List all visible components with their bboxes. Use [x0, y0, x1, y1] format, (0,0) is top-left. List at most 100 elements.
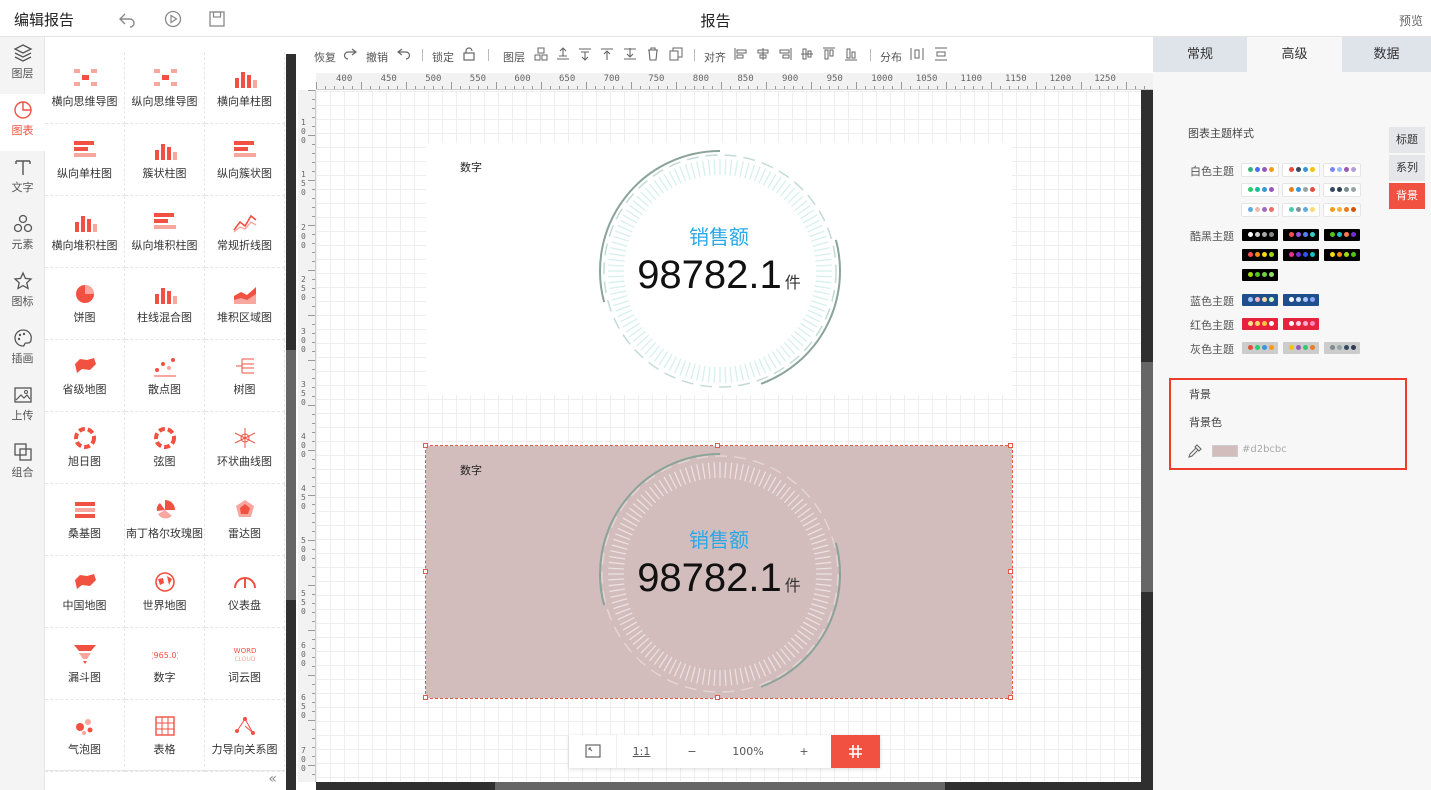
- send-down-icon[interactable]: [578, 47, 592, 61]
- palette-item-mindmap-vertical[interactable]: 纵向思维导图: [125, 52, 205, 124]
- palette-item-pie[interactable]: 饼图: [45, 268, 125, 340]
- palette-item-sunburst[interactable]: 旭日图: [45, 412, 125, 484]
- lock-icon[interactable]: [462, 47, 476, 61]
- palette-item-radar[interactable]: 雷达图: [205, 484, 285, 556]
- send-bottom-icon[interactable]: [623, 47, 637, 61]
- theme-swatch[interactable]: [1324, 342, 1360, 354]
- fit-screen-button[interactable]: [569, 735, 617, 768]
- eyedropper-icon[interactable]: [1188, 444, 1202, 458]
- palette-item-funnel[interactable]: 漏斗图: [45, 628, 125, 700]
- theme-swatch[interactable]: [1324, 184, 1360, 196]
- theme-swatch[interactable]: [1242, 249, 1278, 261]
- layer-group-icon[interactable]: [534, 47, 548, 61]
- canvas-scroll-thumb-v[interactable]: [1141, 362, 1153, 592]
- bring-top-icon[interactable]: [600, 47, 614, 61]
- background-color-value[interactable]: #d2bcbc: [1242, 444, 1287, 455]
- palette-item-stacked-bar-horizontal[interactable]: 横向堆积柱图: [45, 196, 125, 268]
- collapse-icon[interactable]: «: [268, 771, 277, 787]
- resize-handle[interactable]: [423, 443, 428, 448]
- palette-item-sankey[interactable]: 桑基图: [45, 484, 125, 556]
- palette-item-clustered-vertical[interactable]: 纵向簇状图: [205, 124, 285, 196]
- preview-button[interactable]: 预览: [1399, 12, 1423, 29]
- actual-size-button[interactable]: 1:1: [617, 735, 667, 768]
- palette-item-bubble[interactable]: 气泡图: [45, 700, 125, 772]
- rail-group[interactable]: 组合: [0, 436, 45, 493]
- tab-general[interactable]: 常规: [1153, 37, 1247, 72]
- distribute-h-icon[interactable]: [910, 47, 924, 61]
- palette-item-table[interactable]: 表格: [125, 700, 205, 772]
- rail-charts[interactable]: 图表: [0, 94, 45, 151]
- rail-elements[interactable]: 元素: [0, 208, 45, 265]
- align-center-h-icon[interactable]: [756, 47, 770, 61]
- rail-icons[interactable]: 图标: [0, 265, 45, 322]
- palette-item-chord[interactable]: 弦图: [125, 412, 205, 484]
- palette-item-bar-line-combo[interactable]: 柱线混合图: [125, 268, 205, 340]
- theme-swatch[interactable]: [1283, 164, 1319, 176]
- back-icon[interactable]: [118, 10, 136, 28]
- theme-swatch[interactable]: [1324, 249, 1360, 261]
- theme-swatch[interactable]: [1242, 318, 1278, 330]
- palette-item-world-map[interactable]: 世界地图: [125, 556, 205, 628]
- rail-illustration[interactable]: 插画: [0, 322, 45, 379]
- play-icon[interactable]: [164, 10, 182, 28]
- grid-toggle-button[interactable]: [831, 735, 880, 768]
- palette-item-stacked-area[interactable]: 堆积区域图: [205, 268, 285, 340]
- theme-swatch[interactable]: [1283, 318, 1319, 330]
- theme-swatch[interactable]: [1242, 184, 1278, 196]
- side-tab-title[interactable]: 标题: [1389, 127, 1425, 153]
- align-middle-v-icon[interactable]: [800, 47, 814, 61]
- theme-swatch[interactable]: [1283, 342, 1319, 354]
- palette-item-mindmap-horizontal[interactable]: 横向思维导图: [45, 52, 125, 124]
- theme-swatch[interactable]: [1283, 294, 1319, 306]
- tab-advanced[interactable]: 高级: [1247, 37, 1342, 72]
- copy-icon[interactable]: [669, 47, 683, 61]
- resize-handle[interactable]: [423, 695, 428, 700]
- palette-item-stacked-bar-vertical[interactable]: 纵向堆积柱图: [125, 196, 205, 268]
- zoom-in-button[interactable]: +: [779, 735, 829, 768]
- align-top-icon[interactable]: [822, 47, 836, 61]
- resize-handle[interactable]: [715, 443, 720, 448]
- theme-swatch[interactable]: [1283, 249, 1319, 261]
- align-left-icon[interactable]: [734, 47, 748, 61]
- number-chart-card[interactable]: 数字 销售额 98782.1 件: [426, 143, 1012, 395]
- theme-swatch[interactable]: [1242, 294, 1278, 306]
- theme-swatch[interactable]: [1283, 204, 1319, 216]
- canvas-scroll-thumb-h[interactable]: [495, 782, 945, 790]
- theme-swatch[interactable]: [1324, 229, 1360, 241]
- theme-swatch[interactable]: [1324, 164, 1360, 176]
- rail-text[interactable]: 文字: [0, 151, 45, 208]
- palette-item-china-map[interactable]: 中国地图: [45, 556, 125, 628]
- palette-item-force-graph[interactable]: 力导向关系图: [205, 700, 285, 772]
- rail-layers[interactable]: 图层: [0, 37, 45, 94]
- palette-scroll-thumb[interactable]: [286, 350, 296, 600]
- palette-item-line[interactable]: 常规折线图: [205, 196, 285, 268]
- palette-item-gauge[interactable]: 仪表盘: [205, 556, 285, 628]
- align-right-icon[interactable]: [778, 47, 792, 61]
- rail-upload[interactable]: 上传: [0, 379, 45, 436]
- background-color-swatch[interactable]: [1212, 445, 1238, 457]
- tab-data[interactable]: 数据: [1342, 37, 1431, 72]
- palette-item-bar-horizontal[interactable]: 横向单柱图: [205, 52, 285, 124]
- align-bottom-icon[interactable]: [844, 47, 858, 61]
- resize-handle[interactable]: [1008, 443, 1013, 448]
- number-chart-card-selected[interactable]: 数字 销售额 98782.1 件: [425, 445, 1013, 699]
- theme-swatch[interactable]: [1242, 342, 1278, 354]
- theme-swatch[interactable]: [1242, 269, 1278, 281]
- bring-up-icon[interactable]: [556, 47, 570, 61]
- theme-swatch[interactable]: [1283, 184, 1319, 196]
- resize-handle[interactable]: [423, 569, 428, 574]
- palette-item-scatter[interactable]: 散点图: [125, 340, 205, 412]
- side-tab-background[interactable]: 背景: [1389, 183, 1425, 209]
- lock-button[interactable]: 锁定: [432, 49, 454, 65]
- report-canvas[interactable]: 数字 销售额 98782.1 件 数字 销售额 98782.1 件: [316, 91, 1141, 781]
- zoom-out-button[interactable]: −: [667, 735, 717, 768]
- distribute-v-icon[interactable]: [934, 47, 948, 61]
- palette-item-word-cloud[interactable]: WORD CLOUD 词云图: [205, 628, 285, 700]
- resize-handle[interactable]: [1008, 569, 1013, 574]
- palette-item-tree[interactable]: 树图: [205, 340, 285, 412]
- theme-swatch[interactable]: [1283, 229, 1319, 241]
- palette-item-bar-vertical[interactable]: 纵向单柱图: [45, 124, 125, 196]
- palette-item-province-map[interactable]: 省级地图: [45, 340, 125, 412]
- theme-swatch[interactable]: [1242, 204, 1278, 216]
- palette-item-ring-curve[interactable]: 环状曲线图: [205, 412, 285, 484]
